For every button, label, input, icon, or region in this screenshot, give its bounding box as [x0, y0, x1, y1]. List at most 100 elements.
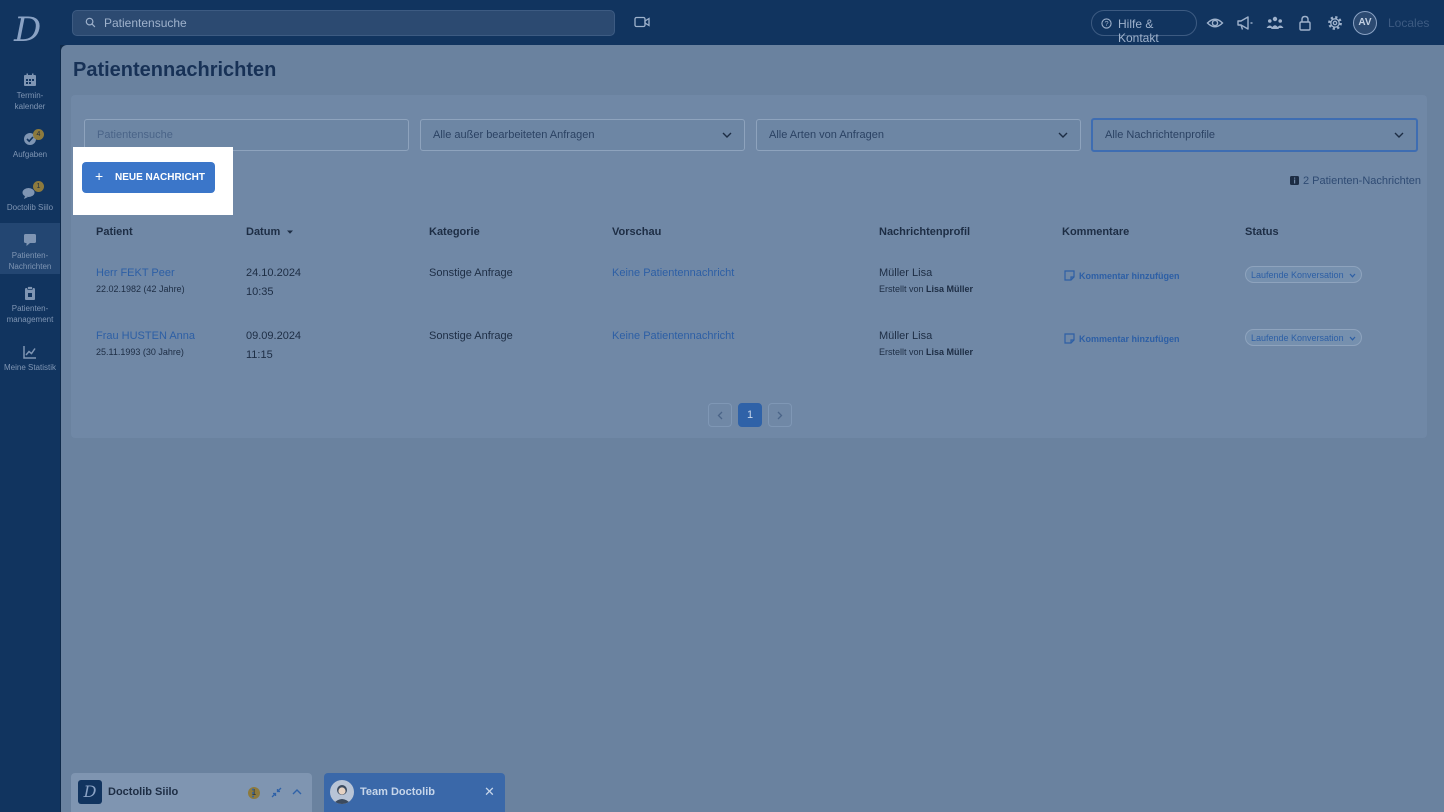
video-camera-icon[interactable]	[634, 16, 650, 28]
chevron-down-icon	[1349, 336, 1356, 341]
pagination-page-button[interactable]: 1	[738, 403, 762, 427]
siilo-dock[interactable]: D Doctolib Siilo 1	[71, 773, 312, 812]
column-header-patient[interactable]: Patient	[96, 226, 133, 238]
patient-search-placeholder: Patientensuche	[97, 129, 173, 141]
sidebar-item-patient-management-label-2: management	[6, 315, 54, 324]
sidebar-item-patient-messages-label-1: Patienten-	[11, 251, 49, 260]
plus-icon: +	[95, 168, 104, 184]
message-time: 11:15	[246, 349, 273, 361]
new-message-label: NEUE NACHRICHT	[115, 172, 205, 183]
sidebar-item-calendar[interactable]: Termin- kalender	[0, 73, 60, 115]
sidebar-item-tasks[interactable]: Aufgaben 4	[0, 129, 60, 162]
status-label: Laufende Konversation	[1251, 270, 1344, 280]
user-avatar[interactable]: AV	[1353, 11, 1377, 35]
add-comment-button[interactable]: Kommentar hinzufügen	[1064, 333, 1180, 345]
message-date: 09.09.2024	[246, 330, 302, 342]
status-dropdown[interactable]: Laufende Konversation	[1245, 266, 1363, 283]
created-by-name: Lisa Müller	[926, 284, 974, 294]
chevron-down-icon	[1349, 273, 1356, 278]
column-header-status: Status	[1245, 226, 1279, 238]
message-category: Sonstige Anfrage	[429, 330, 513, 342]
siilo-dock-label: Doctolib Siilo	[108, 786, 179, 798]
search-icon	[85, 17, 96, 28]
person-avatar-icon	[333, 785, 351, 804]
message-preview[interactable]: Keine Patientennachricht	[612, 330, 734, 342]
message-profile: Müller Lisa	[879, 267, 933, 279]
sidebar-item-patient-management[interactable]: Patienten- management	[0, 286, 60, 328]
top-search-input[interactable]: Patientensuche	[72, 10, 615, 36]
sidebar-item-patient-messages-label-2: Nachrichten	[8, 262, 52, 271]
patient-name-link[interactable]: Herr FEKT Peer	[96, 267, 175, 279]
sidebar-item-patient-messages[interactable]: Patienten- Nachrichten	[0, 223, 60, 274]
chevron-down-icon	[722, 132, 732, 138]
main-content: Patientennachrichten Patientensuche Alle…	[61, 45, 1444, 812]
sidebar-item-siilo[interactable]: Doctolib Siilo 1	[0, 181, 60, 215]
message-category: Sonstige Anfrage	[429, 267, 513, 279]
message-count: 2 Patienten-Nachrichten	[1290, 175, 1421, 187]
add-comment-button[interactable]: Kommentar hinzufügen	[1064, 270, 1180, 282]
sidebar-item-siilo-label: Doctolib Siilo	[6, 203, 54, 212]
tasks-badge: 4	[33, 129, 44, 140]
message-count-label: 2 Patienten-Nachrichten	[1303, 175, 1422, 187]
column-header-comments: Kommentare	[1062, 226, 1130, 238]
created-by-prefix: Erstellt von	[879, 284, 924, 294]
calendar-icon	[24, 73, 36, 86]
new-message-button[interactable]: + NEUE NACHRICHT	[82, 162, 215, 193]
help-contact-button[interactable]: ? Hilfe & Kontakt	[1091, 10, 1197, 45]
patient-name-link[interactable]: Frau HUSTEN Anna	[96, 330, 195, 342]
chevron-up-icon[interactable]	[292, 788, 302, 796]
sort-down-icon	[287, 230, 294, 234]
siilo-logo: D	[78, 780, 102, 804]
sidebar-item-statistics-label: Meine Statistik	[3, 363, 57, 372]
status-dropdown[interactable]: Laufende Konversation	[1245, 329, 1363, 346]
siilo-badge: 1	[33, 181, 44, 192]
svg-text:?: ?	[1104, 19, 1108, 28]
chevron-left-icon	[717, 411, 723, 420]
created-by-prefix: Erstellt von	[879, 347, 924, 357]
column-header-profile: Nachrichtenprofil	[879, 226, 971, 238]
megaphone-icon[interactable]	[1236, 14, 1254, 32]
message-date: 24.10.2024	[246, 267, 302, 279]
add-comment-label: Kommentar hinzufügen	[1079, 271, 1180, 281]
team-doctolib-label: Team Doctolib	[360, 786, 435, 798]
chevron-down-icon	[1394, 132, 1404, 138]
message-profile: Müller Lisa	[879, 330, 933, 342]
message-time: 10:35	[246, 286, 274, 298]
sidebar-item-statistics[interactable]: Meine Statistik	[0, 345, 60, 375]
collapse-arrows-icon[interactable]	[271, 787, 282, 798]
sidebar-item-tasks-label: Aufgaben	[12, 150, 48, 159]
requests-filter-select[interactable]: Alle außer bearbeiteten Anfragen	[420, 119, 745, 151]
team-doctolib-dock[interactable]: Team Doctolib ✕	[324, 773, 505, 812]
types-filter-value: Alle Arten von Anfragen	[769, 129, 884, 141]
more-vertical-icon[interactable]	[251, 788, 255, 798]
types-filter-select[interactable]: Alle Arten von Anfragen	[756, 119, 1081, 151]
message-icon	[24, 234, 36, 246]
team-icon[interactable]	[1266, 14, 1284, 32]
close-icon[interactable]: ✕	[484, 784, 495, 800]
gear-icon[interactable]	[1326, 14, 1344, 32]
message-preview[interactable]: Keine Patientennachricht	[612, 267, 734, 279]
locales-label[interactable]: Locales	[1388, 16, 1429, 30]
column-header-date[interactable]: Datum	[246, 226, 294, 238]
help-contact-label: Hilfe & Kontakt	[1118, 17, 1159, 45]
page-title: Patientennachrichten	[73, 59, 277, 81]
profiles-filter-select[interactable]: Alle Nachrichtenprofile	[1091, 118, 1418, 152]
team-avatar	[330, 780, 354, 804]
doctolib-logo[interactable]: D	[14, 12, 46, 48]
add-comment-label: Kommentar hinzufügen	[1079, 334, 1180, 344]
eye-icon[interactable]	[1206, 14, 1224, 32]
chart-icon	[23, 346, 36, 359]
chevron-right-icon	[777, 411, 783, 420]
note-icon	[1064, 333, 1075, 344]
patient-birthdate: 22.02.1982 (42 Jahre)	[96, 284, 185, 294]
help-icon: ?	[1101, 18, 1112, 29]
pagination-next-button[interactable]	[768, 403, 792, 427]
info-icon	[1290, 176, 1299, 185]
note-icon	[1064, 270, 1075, 281]
sidebar-item-calendar-label-2: kalender	[14, 102, 46, 111]
top-bar: D Patientensuche ? Hilfe & Kontakt AV Lo…	[0, 0, 1444, 48]
created-by: Erstellt von Lisa Müller	[879, 284, 973, 294]
pagination-prev-button[interactable]	[708, 403, 732, 427]
clipboard-icon	[25, 286, 35, 300]
lock-icon[interactable]	[1296, 14, 1314, 32]
